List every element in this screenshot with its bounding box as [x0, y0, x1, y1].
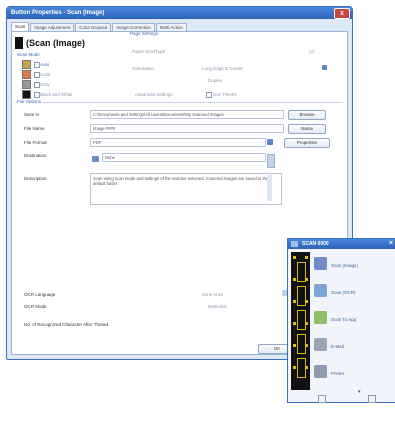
- advanced-settings-label[interactable]: Advanced Settings: [135, 92, 173, 97]
- browse-button[interactable]: Browse: [288, 110, 326, 120]
- color-mode-swatch: [22, 70, 31, 79]
- scan-to-app-icon: [314, 311, 327, 324]
- page-title: (Scan (Image): [26, 38, 86, 48]
- recognized-characters-label: No. of Recognized Character After Thread: [24, 322, 108, 327]
- side-item-scan-ocr[interactable]: Scan (OCR): [314, 280, 392, 306]
- bw-mode-swatch: [22, 90, 31, 99]
- description-label: Description: [24, 176, 47, 181]
- orientation-label: Orientation: [132, 66, 155, 71]
- orientation-dropdown-icon[interactable]: [322, 65, 327, 70]
- scanner-icon: [291, 241, 298, 247]
- gray-mode-label: Gray: [40, 82, 50, 87]
- scroll-down-icon[interactable]: ▾: [358, 389, 361, 395]
- file-name-field[interactable]: Image ####: [90, 124, 284, 133]
- bw-mode-label: Black and White: [40, 92, 73, 97]
- email-icon: [314, 338, 327, 351]
- close-icon[interactable]: ×: [389, 239, 393, 249]
- save-in-label: Save in: [24, 112, 40, 117]
- scan-image-icon: [314, 257, 327, 270]
- side-item-email[interactable]: E-Mail: [314, 334, 392, 360]
- side-item-scan-image[interactable]: Scan (Image): [314, 253, 392, 279]
- detect-checkbox[interactable]: [206, 92, 212, 98]
- scan-toolbar-window: SCAN 0000 × Scan (Image) Scan (OCR) Scan…: [287, 238, 395, 403]
- auto-mode-swatch: [22, 60, 31, 69]
- ocr-mode-label: OCR Mode: [24, 304, 47, 309]
- detect-label: Use TWAIN: [213, 92, 237, 97]
- file-name-label: File Name: [24, 126, 45, 131]
- description-textarea[interactable]: Scan using scan mode and settings of the…: [90, 173, 282, 205]
- auto-mode-label: Auto: [40, 62, 50, 67]
- ocr-language-label: OCR Language: [24, 292, 56, 297]
- side-item-scan-to-app[interactable]: Scan To App: [314, 307, 392, 333]
- file-format-dropdown-icon[interactable]: [267, 139, 273, 145]
- file-options-link[interactable]: File Options: [17, 99, 44, 104]
- film-strip-graphic: [291, 252, 310, 390]
- window-close-button[interactable]: x: [334, 8, 350, 19]
- format-properties-button[interactable]: Properties: [284, 138, 330, 148]
- scan-image-icon: [15, 37, 23, 49]
- scan-mode-link[interactable]: Scan Mode: [17, 52, 40, 57]
- destination-select[interactable]: None: [102, 153, 266, 162]
- gray-mode-swatch: [22, 80, 31, 89]
- destination-icon: [92, 156, 99, 162]
- printer-icon: [314, 365, 327, 378]
- divider: [15, 102, 343, 103]
- settings-icon[interactable]: [368, 395, 376, 403]
- side-item-printer[interactable]: Printer: [314, 361, 392, 387]
- tab-strip: Scan Image Adjustment Color Dropout Image C…: [11, 22, 188, 32]
- paper-size-suffix: (2): [309, 49, 315, 54]
- paper-size-label: Paper Size/Type: [132, 49, 166, 54]
- scan-toolbar-title: SCAN 0000: [302, 241, 329, 247]
- name-button[interactable]: Name: [288, 124, 326, 134]
- minimize-icon[interactable]: [318, 395, 326, 403]
- file-format-label: File Format: [24, 140, 47, 145]
- scan-toolbar-titlebar: SCAN 0000 ×: [288, 239, 395, 249]
- orientation-value: Long Edge & Center: [202, 66, 243, 71]
- scan-ocr-icon: [314, 284, 327, 297]
- window-titlebar: Button Properties - Scan (Image) x: [7, 7, 352, 19]
- page-settings-link[interactable]: Page Settings: [130, 31, 158, 36]
- destination-label: Destination: [24, 153, 47, 158]
- save-in-field[interactable]: C:\Documents and Settings\All Users\Docu…: [90, 110, 284, 119]
- duplex-label: Duplex: [208, 78, 223, 83]
- destination-spin-icon[interactable]: [267, 154, 275, 168]
- description-scrollbar[interactable]: [267, 175, 272, 201]
- ocr-zone-label: Zone Area: [202, 292, 223, 297]
- color-mode-label: Color: [40, 72, 51, 77]
- window-title: Button Properties - Scan (Image): [11, 10, 105, 16]
- ocr-detection-label: Detection: [208, 304, 228, 309]
- file-format-select[interactable]: PDF: [90, 138, 266, 147]
